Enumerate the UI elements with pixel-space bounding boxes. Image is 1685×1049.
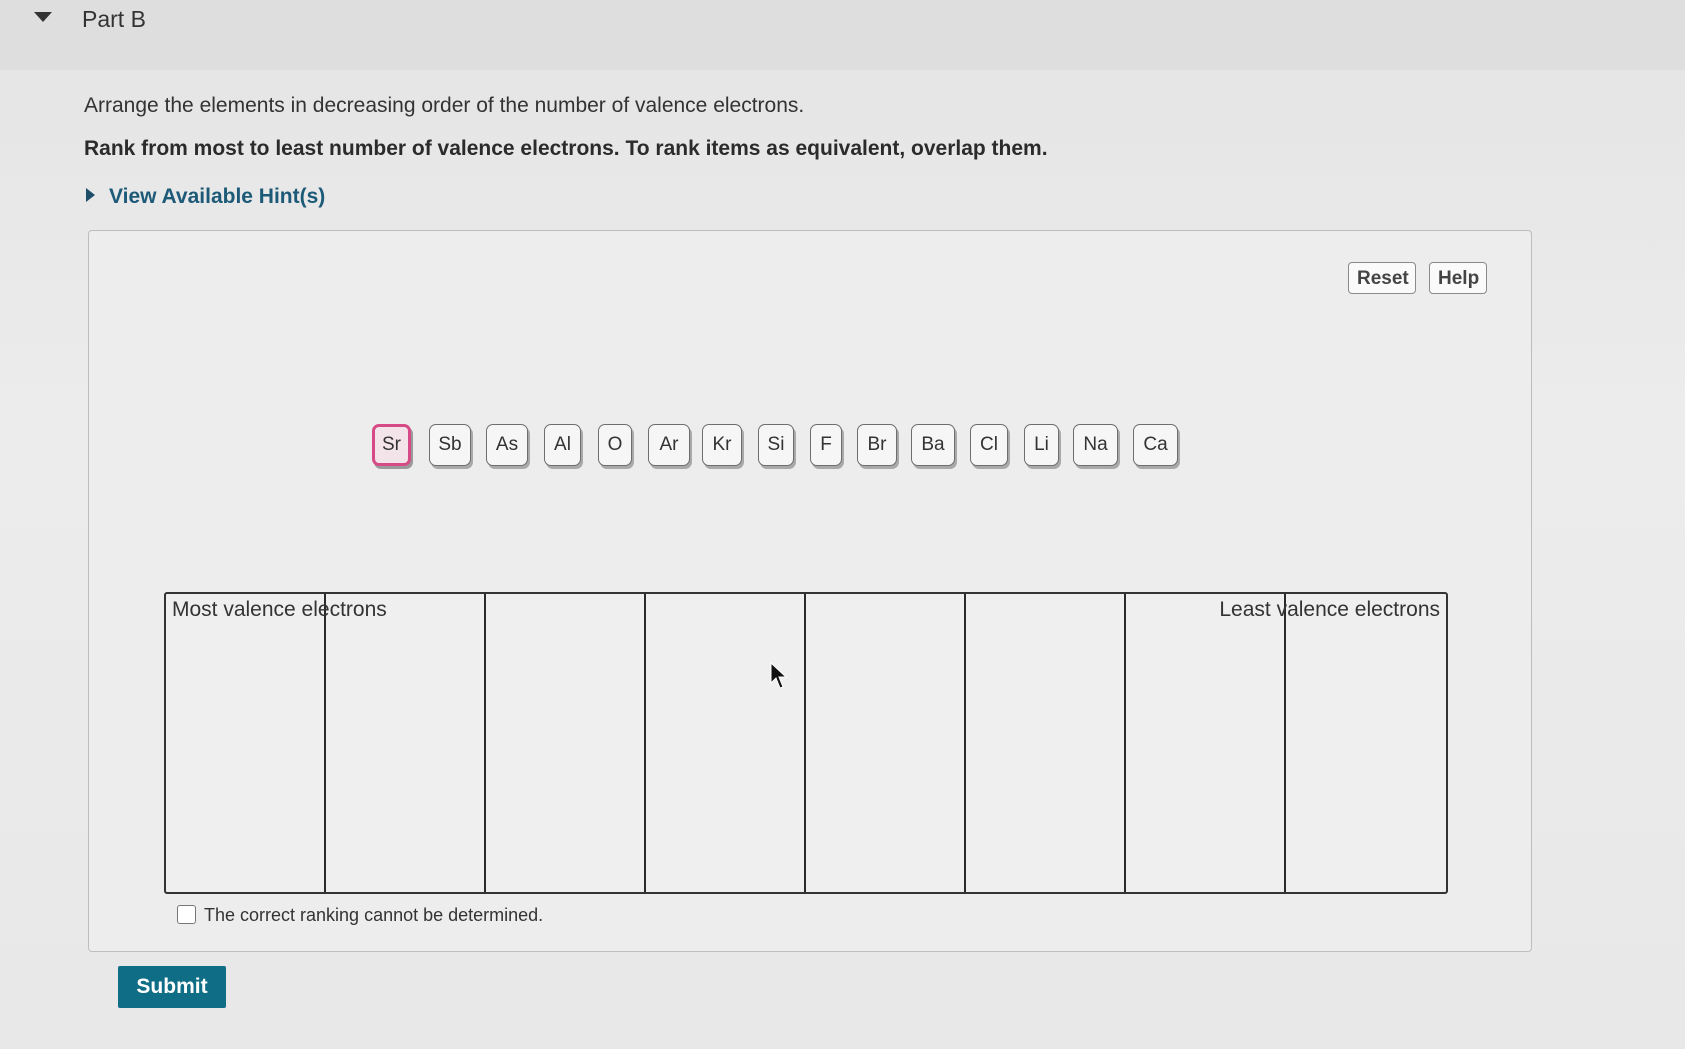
tile-ba[interactable]: Ba [911,424,955,466]
tile-sb[interactable]: Sb [429,424,471,466]
question-instruction: Arrange the elements in decreasing order… [84,94,805,117]
mouse-pointer-icon [770,662,788,689]
tile-o[interactable]: O [598,424,632,466]
rank-instruction: Rank from most to least number of valenc… [84,137,1048,160]
cannot-determine-checkbox[interactable] [177,905,196,924]
tile-br[interactable]: Br [857,424,897,466]
tile-al[interactable]: Al [544,424,581,466]
tile-si[interactable]: Si [758,424,794,466]
part-header[interactable]: Part B [0,0,1685,70]
tile-li[interactable]: Li [1024,424,1059,466]
reset-button[interactable]: Reset [1348,262,1416,294]
rank-slot[interactable] [166,594,326,892]
tile-as[interactable]: As [486,424,528,466]
tile-ar[interactable]: Ar [648,424,690,466]
view-hints-link[interactable]: View Available Hint(s) [86,185,325,209]
rank-slot[interactable] [1126,594,1286,892]
caret-right-icon [86,188,95,202]
tile-f[interactable]: F [810,424,842,466]
rank-slot[interactable] [966,594,1126,892]
tile-kr[interactable]: Kr [702,424,742,466]
ranking-target[interactable]: Most valence electrons Least valence ele… [164,592,1448,894]
cannot-determine-row[interactable]: The correct ranking cannot be determined… [177,905,543,926]
page: Part B Arrange the elements in decreasin… [0,0,1685,1049]
least-valence-label: Least valence electrons [1219,598,1440,621]
cannot-determine-label: The correct ranking cannot be determined… [204,905,544,925]
help-button[interactable]: Help [1429,262,1487,294]
most-valence-label: Most valence electrons [172,598,387,621]
rank-slot[interactable] [326,594,486,892]
submit-button[interactable]: Submit [118,966,226,1008]
tile-na[interactable]: Na [1073,424,1118,466]
part-title: Part B [82,6,146,32]
tile-sr[interactable]: Sr [372,424,411,466]
tile-ca[interactable]: Ca [1133,424,1178,466]
rank-slot[interactable] [1286,594,1445,892]
view-hints-label: View Available Hint(s) [109,185,326,208]
rank-slot[interactable] [486,594,646,892]
tile-cl[interactable]: Cl [970,424,1008,466]
rank-slot[interactable] [646,594,806,892]
collapse-caret-icon[interactable] [34,12,52,22]
rank-slot[interactable] [806,594,966,892]
